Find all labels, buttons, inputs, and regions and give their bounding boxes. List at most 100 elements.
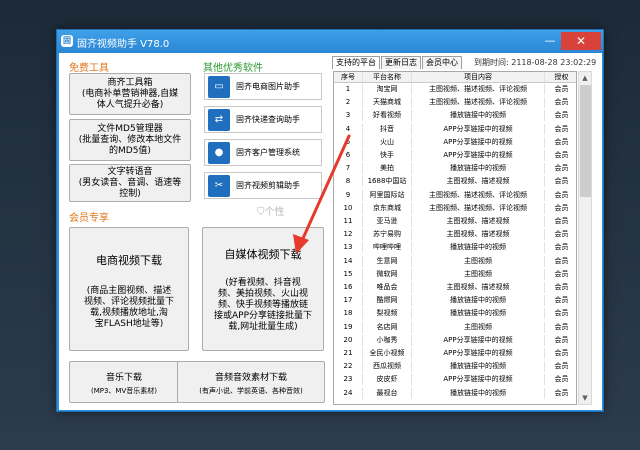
table-row[interactable]: 23 皮皮虾 APP分享链接中的视频 会员: [334, 374, 576, 386]
button-description: (好看视频、抖音视 频、美拍视频、火山视 频、快手视频等播放链 接或APP分享链…: [213, 278, 312, 332]
table-cell: 会员: [554, 203, 569, 212]
table-row[interactable]: 10 京东商城 主图视频、描述视频、评论视频 会员: [334, 202, 576, 214]
table-cell: 阿里国际站: [363, 189, 412, 201]
self-media-video-download-button[interactable]: 自媒体视频下载 (好看视频、抖音视 频、美拍视频、火山视 频、快手视频等播放链 …: [202, 227, 324, 351]
table-cell: 苏宁易购: [363, 229, 412, 241]
expiry-text: 到期时间: 2118-08-28 23:02:29: [474, 58, 597, 67]
table-cell: 哔哩哔哩: [363, 242, 412, 254]
client-area: 免费工具 其他优秀软件 商齐工具箱 (电商补单营销神器,自媒 体人气提升必备) …: [59, 53, 602, 410]
section-free-tools: 免费工具: [69, 63, 109, 74]
table-row[interactable]: 5 火山 APP分享链接中的视频 会员: [334, 136, 576, 148]
md5-manager-button[interactable]: 文件MD5管理器 (批量查询、修改本地文件 的MD5值): [69, 119, 191, 161]
app-item-video-editor[interactable]: ✂ 固齐视频剪辑助手: [204, 172, 322, 199]
table-row[interactable]: 16 唯品会 主图视频、描述视频 会员: [334, 282, 576, 293]
table-row[interactable]: 1 淘宝网 主图视频、描述视频、评论视频 会员: [334, 84, 576, 95]
table-cell: 主图视频、描述视频、评论视频: [412, 189, 545, 201]
app-item-express-query[interactable]: ⇄ 固齐快递查询助手: [204, 106, 322, 133]
table-cell: 会员: [554, 256, 569, 265]
table-cell: 11: [334, 216, 363, 227]
table-cell: 会员: [554, 322, 569, 331]
table-cell: 会员: [554, 190, 569, 199]
table-row[interactable]: 6 快手 APP分享链接中的视频 会员: [334, 150, 576, 161]
table-row[interactable]: 21 全民小视频 APP分享链接中的视频 会员: [334, 348, 576, 359]
table-cell: APP分享链接中的视频: [412, 348, 545, 359]
table-cell: 天猫商城: [363, 97, 412, 109]
table-cell: 生意网: [363, 255, 412, 267]
tab-bar: 支持的平台 更新日志 会员中心: [332, 56, 463, 69]
table-cell: 1: [334, 84, 363, 95]
table-row[interactable]: 20 小咖秀 APP分享链接中的视频 会员: [334, 334, 576, 346]
scroll-up-icon[interactable]: ▲: [579, 72, 591, 84]
table-cell: 1688中国站: [363, 176, 412, 188]
table-cell: 梨视频: [363, 308, 412, 320]
scroll-thumb[interactable]: [580, 85, 591, 197]
table-cell: 播放链接中的视频: [412, 242, 545, 254]
table-row[interactable]: 3 好看视频 播放链接中的视频 会员: [334, 110, 576, 122]
table-cell: 会员: [554, 217, 569, 225]
table-cell: 会员: [554, 98, 569, 107]
column-header[interactable]: 平台名称: [363, 72, 412, 82]
table-cell: 会员: [554, 85, 569, 93]
section-vip: 会员专享: [69, 213, 109, 224]
table-row[interactable]: 12 苏宁易购 主图视频、描述视频 会员: [334, 229, 576, 241]
table-row[interactable]: 17 酷燃网 播放链接中的视频 会员: [334, 295, 576, 307]
tab-member-center[interactable]: 会员中心: [422, 56, 462, 69]
table-cell: 7: [334, 163, 363, 175]
table-cell: 9: [334, 189, 363, 201]
table-cell: 亚马逊: [363, 216, 412, 227]
column-header[interactable]: 授权: [545, 72, 576, 82]
table-cell: 主图视频、描述视频: [412, 282, 545, 293]
table-cell: 播放链接中的视频: [412, 308, 545, 320]
table-row[interactable]: 2 天猫商城 主图视频、描述视频、评论视频 会员: [334, 97, 576, 109]
table-cell: 皮皮虾: [363, 374, 412, 386]
column-header[interactable]: 序号: [334, 72, 363, 82]
table-cell: 会员: [554, 243, 569, 252]
audio-material-download-button[interactable]: 音频音效素材下载 (有声小说、学前英语、各种音效): [177, 361, 325, 403]
table-cell: 主图视频、描述视频: [412, 216, 545, 227]
ecommerce-video-download-button[interactable]: 电商视频下载 (商品主图视频、描述 视频、评论视频批量下 载,视频播放地址,淘 …: [69, 227, 189, 351]
table-scrollbar[interactable]: ▲ ▼: [578, 71, 592, 405]
platform-table[interactable]: 序号 平台名称 项目内容 授权 1 淘宝网 主图视频、描述视频、评论视频 会员 2 天猫商…: [333, 71, 577, 405]
table-cell: 西瓜视频: [363, 361, 412, 373]
table-row[interactable]: 14 生意网 主图视频 会员: [334, 255, 576, 267]
table-cell: 会员: [554, 335, 569, 344]
tab-supported-platforms[interactable]: 支持的平台: [332, 56, 380, 69]
table-row[interactable]: 15 微软网 主图视频 会员: [334, 268, 576, 280]
table-cell: 会员: [554, 309, 569, 318]
title-bar[interactable]: 固 固齐视频助手 V78.0 — ✕: [57, 30, 603, 53]
app-item-customer-management[interactable]: ● 固齐客户管理系统: [204, 139, 322, 166]
table-cell: 10: [334, 202, 363, 214]
table-cell: 播放链接中的视频: [412, 163, 545, 175]
table-cell: 播放链接中的视频: [412, 361, 545, 373]
table-row[interactable]: 9 阿里国际站 主图视频、描述视频、评论视频 会员: [334, 189, 576, 201]
button-title: 自媒体视频下载: [224, 248, 302, 261]
table-row[interactable]: 22 西瓜视频 播放链接中的视频 会员: [334, 361, 576, 373]
table-row[interactable]: 24 最视台 播放链接中的视频 会员: [334, 387, 576, 399]
column-header[interactable]: 项目内容: [412, 72, 545, 82]
table-cell: 会员: [554, 124, 569, 133]
app-item-label: 固齐电商图片助手: [236, 82, 300, 91]
table-cell: 主图视频、描述视频、评论视频: [412, 202, 545, 214]
table-cell: 会员: [554, 375, 569, 384]
minimize-button[interactable]: —: [541, 32, 559, 50]
table-row[interactable]: 7 美拍 播放链接中的视频 会员: [334, 163, 576, 175]
tool-box-button[interactable]: 商齐工具箱 (电商补单营销神器,自媒 体人气提升必备): [69, 73, 191, 115]
table-row[interactable]: 13 哔哩哔哩 播放链接中的视频 会员: [334, 242, 576, 254]
close-button[interactable]: ✕: [561, 32, 601, 50]
scroll-down-icon[interactable]: ▼: [579, 392, 591, 404]
table-cell: 16: [334, 282, 363, 293]
table-cell: 23: [334, 374, 363, 386]
music-download-button[interactable]: 音乐下载 (MP3、MV音乐素材): [69, 361, 179, 403]
table-row[interactable]: 8 1688中国站 主图视频、描述视频 会员: [334, 176, 576, 188]
table-row[interactable]: 18 梨视频 播放链接中的视频 会员: [334, 308, 576, 320]
table-cell: 21: [334, 348, 363, 359]
tab-update-log[interactable]: 更新日志: [381, 56, 421, 69]
table-cell: 抖音: [363, 123, 412, 135]
table-row[interactable]: 11 亚马逊 主图视频、描述视频 会员: [334, 216, 576, 227]
app-item-ecommerce-image[interactable]: ▭ 固齐电商图片助手: [204, 73, 322, 100]
table-cell: 12: [334, 229, 363, 241]
table-cell: 会员: [554, 137, 569, 146]
table-row[interactable]: 4 抖音 APP分享链接中的视频 会员: [334, 123, 576, 135]
text-to-speech-button[interactable]: 文字转语音 (男女读音、音调、语速等 控制): [69, 164, 191, 202]
table-row[interactable]: 19 名店网 主图视频 会员: [334, 321, 576, 333]
